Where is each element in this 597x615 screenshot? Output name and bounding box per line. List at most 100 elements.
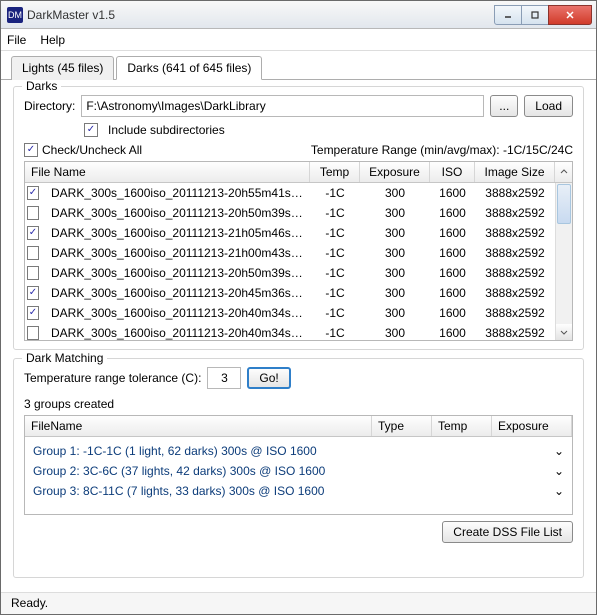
darks-file-list[interactable]: File Name Temp Exposure ISO Image Size D… xyxy=(24,161,573,341)
scroll-down-button[interactable] xyxy=(556,324,572,340)
cell-size: 3888x2592 xyxy=(475,326,555,340)
group-row[interactable]: Group 2: 3C-6C (37 lights, 42 darks) 300… xyxy=(25,461,572,481)
col-filename[interactable]: File Name xyxy=(25,162,310,182)
row-checkbox[interactable] xyxy=(27,246,39,260)
groups-created-label: 3 groups created xyxy=(24,397,573,411)
include-subdirs-checkbox[interactable] xyxy=(84,123,98,137)
close-button[interactable] xyxy=(548,5,592,25)
cell-iso: 1600 xyxy=(430,206,475,220)
scroll-up-button[interactable] xyxy=(555,162,572,182)
cell-iso: 1600 xyxy=(430,266,475,280)
cell-size: 3888x2592 xyxy=(475,266,555,280)
row-checkbox[interactable] xyxy=(27,226,39,240)
cell-size: 3888x2592 xyxy=(475,306,555,320)
cell-size: 3888x2592 xyxy=(475,186,555,200)
minimize-button[interactable] xyxy=(494,5,522,25)
group-row[interactable]: Group 3: 8C-11C (7 lights, 33 darks) 300… xyxy=(25,481,572,501)
temperature-range-text: Temperature Range (min/avg/max): -1C/15C… xyxy=(311,143,573,157)
chevron-down-icon[interactable]: ⌄ xyxy=(554,484,564,498)
col-group-type[interactable]: Type xyxy=(372,416,432,436)
go-button[interactable]: Go! xyxy=(247,367,290,389)
groups-list[interactable]: FileName Type Temp Exposure Group 1: -1C… xyxy=(24,415,573,515)
cell-size: 3888x2592 xyxy=(475,286,555,300)
check-all-checkbox[interactable] xyxy=(24,143,38,157)
menu-bar: File Help xyxy=(1,29,596,51)
cell-iso: 1600 xyxy=(430,186,475,200)
row-checkbox[interactable] xyxy=(27,306,39,320)
maximize-button[interactable] xyxy=(521,5,549,25)
row-checkbox[interactable] xyxy=(27,206,39,220)
row-checkbox[interactable] xyxy=(27,266,39,280)
tab-darks[interactable]: Darks (641 of 645 files) xyxy=(116,56,262,80)
row-checkbox[interactable] xyxy=(27,286,39,300)
cell-iso: 1600 xyxy=(430,226,475,240)
row-checkbox[interactable] xyxy=(27,326,39,340)
col-temp[interactable]: Temp xyxy=(310,162,360,182)
table-row[interactable]: DARK_300s_1600iso_20111213-21h05m46s014.… xyxy=(25,223,555,243)
col-group-exposure[interactable]: Exposure xyxy=(492,416,572,436)
chevron-down-icon[interactable]: ⌄ xyxy=(554,464,564,478)
cell-exposure: 300 xyxy=(360,246,430,260)
col-imagesize[interactable]: Image Size xyxy=(475,162,555,182)
matching-legend: Dark Matching xyxy=(22,351,107,365)
tolerance-input[interactable] xyxy=(207,367,241,389)
cell-size: 3888x2592 xyxy=(475,246,555,260)
cell-exposure: 300 xyxy=(360,286,430,300)
cell-filename: DARK_300s_1600iso_20111213-20h50m39s130.… xyxy=(45,266,310,280)
cell-exposure: 300 xyxy=(360,226,430,240)
load-button[interactable]: Load xyxy=(524,95,573,117)
cell-temp: -1C xyxy=(310,286,360,300)
cell-filename: DARK_300s_1600iso_20111213-20h50m39s130.… xyxy=(45,206,310,220)
directory-input[interactable] xyxy=(81,95,484,117)
col-exposure[interactable]: Exposure xyxy=(360,162,430,182)
create-dss-file-list-button[interactable]: Create DSS File List xyxy=(442,521,573,543)
darks-legend: Darks xyxy=(22,80,61,93)
table-row[interactable]: DARK_300s_1600iso_20111213-20h55m41s662.… xyxy=(25,183,555,203)
minimize-icon xyxy=(503,10,513,20)
cell-iso: 1600 xyxy=(430,246,475,260)
darks-panel: Darks Directory: ... Load Include subdir… xyxy=(13,86,584,350)
tab-strip: Lights (45 files) Darks (641 of 645 file… xyxy=(1,51,596,80)
table-row[interactable]: DARK_300s_1600iso_20111213-20h40m34s212.… xyxy=(25,303,555,323)
col-group-temp[interactable]: Temp xyxy=(432,416,492,436)
cell-size: 3888x2592 xyxy=(475,206,555,220)
table-row[interactable]: DARK_300s_1600iso_20111213-20h50m39s130.… xyxy=(25,263,555,283)
browse-button[interactable]: ... xyxy=(490,95,518,117)
tab-lights[interactable]: Lights (45 files) xyxy=(11,56,114,80)
scroll-thumb[interactable] xyxy=(557,184,571,224)
cell-exposure: 300 xyxy=(360,206,430,220)
chevron-down-icon xyxy=(560,328,568,336)
group-label: Group 3: 8C-11C (7 lights, 33 darks) 300… xyxy=(33,484,554,498)
tolerance-label: Temperature range tolerance (C): xyxy=(24,371,201,385)
maximize-icon xyxy=(530,10,540,20)
include-subdirs-label: Include subdirectories xyxy=(108,123,225,137)
cell-exposure: 300 xyxy=(360,326,430,340)
cell-iso: 1600 xyxy=(430,306,475,320)
app-icon: DM xyxy=(7,7,23,23)
chevron-down-icon[interactable]: ⌄ xyxy=(554,444,564,458)
table-row[interactable]: DARK_300s_1600iso_20111213-21h00m43s813.… xyxy=(25,243,555,263)
darks-scrollbar[interactable] xyxy=(555,183,572,340)
cell-filename: DARK_300s_1600iso_20111213-20h40m34s212.… xyxy=(45,306,310,320)
cell-temp: -1C xyxy=(310,246,360,260)
group-row[interactable]: Group 1: -1C-1C (1 light, 62 darks) 300s… xyxy=(25,441,572,461)
col-group-filename[interactable]: FileName xyxy=(25,416,372,436)
cell-filename: DARK_300s_1600iso_20111213-20h55m41s662.… xyxy=(45,186,310,200)
cell-iso: 1600 xyxy=(430,326,475,340)
col-iso[interactable]: ISO xyxy=(430,162,475,182)
window-title: DarkMaster v1.5 xyxy=(27,8,495,22)
table-row[interactable]: DARK_300s_1600iso_20111213-20h40m34s212.… xyxy=(25,323,555,340)
chevron-up-icon xyxy=(560,168,568,176)
close-icon xyxy=(565,10,575,20)
table-row[interactable]: DARK_300s_1600iso_20111213-20h50m39s130.… xyxy=(25,203,555,223)
menu-file[interactable]: File xyxy=(7,33,26,47)
cell-filename: DARK_300s_1600iso_20111213-20h40m34s212.… xyxy=(45,326,310,340)
menu-help[interactable]: Help xyxy=(40,33,65,47)
row-checkbox[interactable] xyxy=(27,186,39,200)
check-all-label: Check/Uncheck All xyxy=(42,143,142,157)
dark-matching-panel: Dark Matching Temperature range toleranc… xyxy=(13,358,584,578)
cell-temp: -1C xyxy=(310,206,360,220)
cell-temp: -1C xyxy=(310,306,360,320)
cell-temp: -1C xyxy=(310,186,360,200)
table-row[interactable]: DARK_300s_1600iso_20111213-20h45m36s218.… xyxy=(25,283,555,303)
